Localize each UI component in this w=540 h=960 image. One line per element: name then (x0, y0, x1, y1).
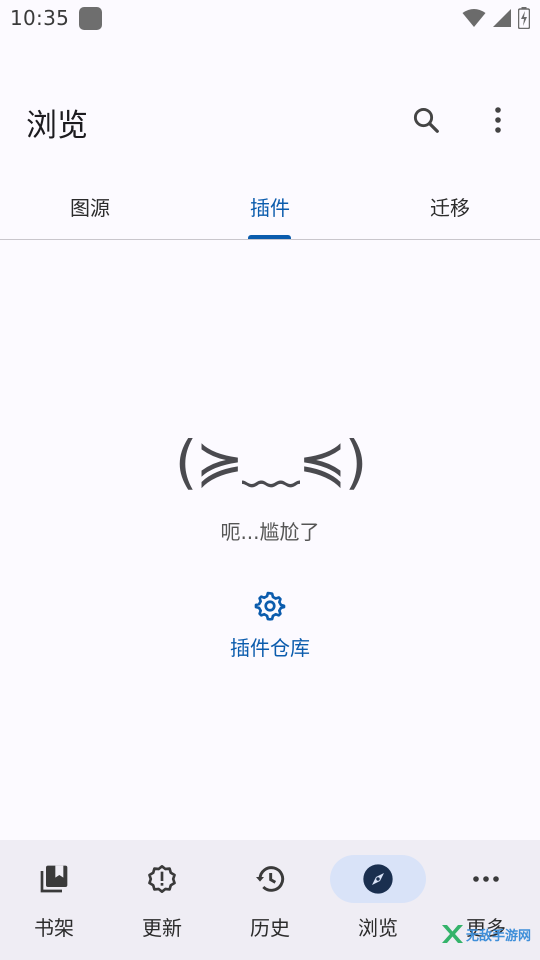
tab-indicator (248, 235, 291, 239)
status-bar: 10:35 (0, 0, 540, 36)
tab-extensions[interactable]: 插件 (180, 180, 360, 238)
more-options-button[interactable] (478, 100, 518, 140)
nav-label-history: 历史 (250, 916, 290, 940)
signal-icon (493, 9, 511, 27)
more-horiz-icon (473, 876, 499, 882)
history-icon (256, 866, 285, 892)
nav-icon-container (222, 855, 318, 903)
empty-state-face: (≽﹏≼) (174, 428, 367, 496)
status-icons (462, 7, 530, 29)
nav-item-updates[interactable]: 更新 (108, 840, 216, 960)
search-button[interactable] (406, 100, 446, 140)
watermark: 无敌手游网 (440, 918, 536, 950)
app-notification-icon (79, 7, 102, 30)
status-time: 10:35 (10, 6, 70, 30)
tab-sources[interactable]: 图源 (0, 180, 180, 238)
empty-state-message: 呃...尴尬了 (220, 520, 320, 544)
bookmark-collection-icon (40, 865, 68, 893)
search-icon (413, 107, 439, 133)
compass-icon (363, 864, 393, 894)
tab-bar: 图源 插件 迁移 (0, 180, 540, 240)
extension-repo-button[interactable]: 插件仓库 (215, 590, 325, 674)
more-vert-icon (495, 107, 501, 133)
tab-migrate[interactable]: 迁移 (360, 180, 540, 238)
gear-icon (254, 591, 286, 621)
page-title: 浏览 (26, 108, 88, 144)
app-bar: 浏览 (0, 86, 540, 156)
nav-item-library[interactable]: 书架 (0, 840, 108, 960)
nav-label-browse: 浏览 (358, 916, 398, 940)
nav-item-history[interactable]: 历史 (216, 840, 324, 960)
nav-icon-container (438, 855, 534, 903)
watermark-logo-icon (442, 925, 463, 943)
watermark-text: 无敌手游网 (466, 928, 532, 944)
alert-badge-icon (148, 865, 176, 894)
nav-icon-container-active (330, 855, 426, 903)
battery-icon (518, 7, 530, 29)
nav-item-browse[interactable]: 浏览 (324, 840, 432, 960)
nav-icon-container (6, 855, 102, 903)
wifi-icon (462, 9, 486, 27)
nav-label-updates: 更新 (142, 916, 182, 940)
nav-icon-container (114, 855, 210, 903)
extension-repo-label: 插件仓库 (230, 636, 310, 660)
nav-label-library: 书架 (34, 916, 74, 940)
